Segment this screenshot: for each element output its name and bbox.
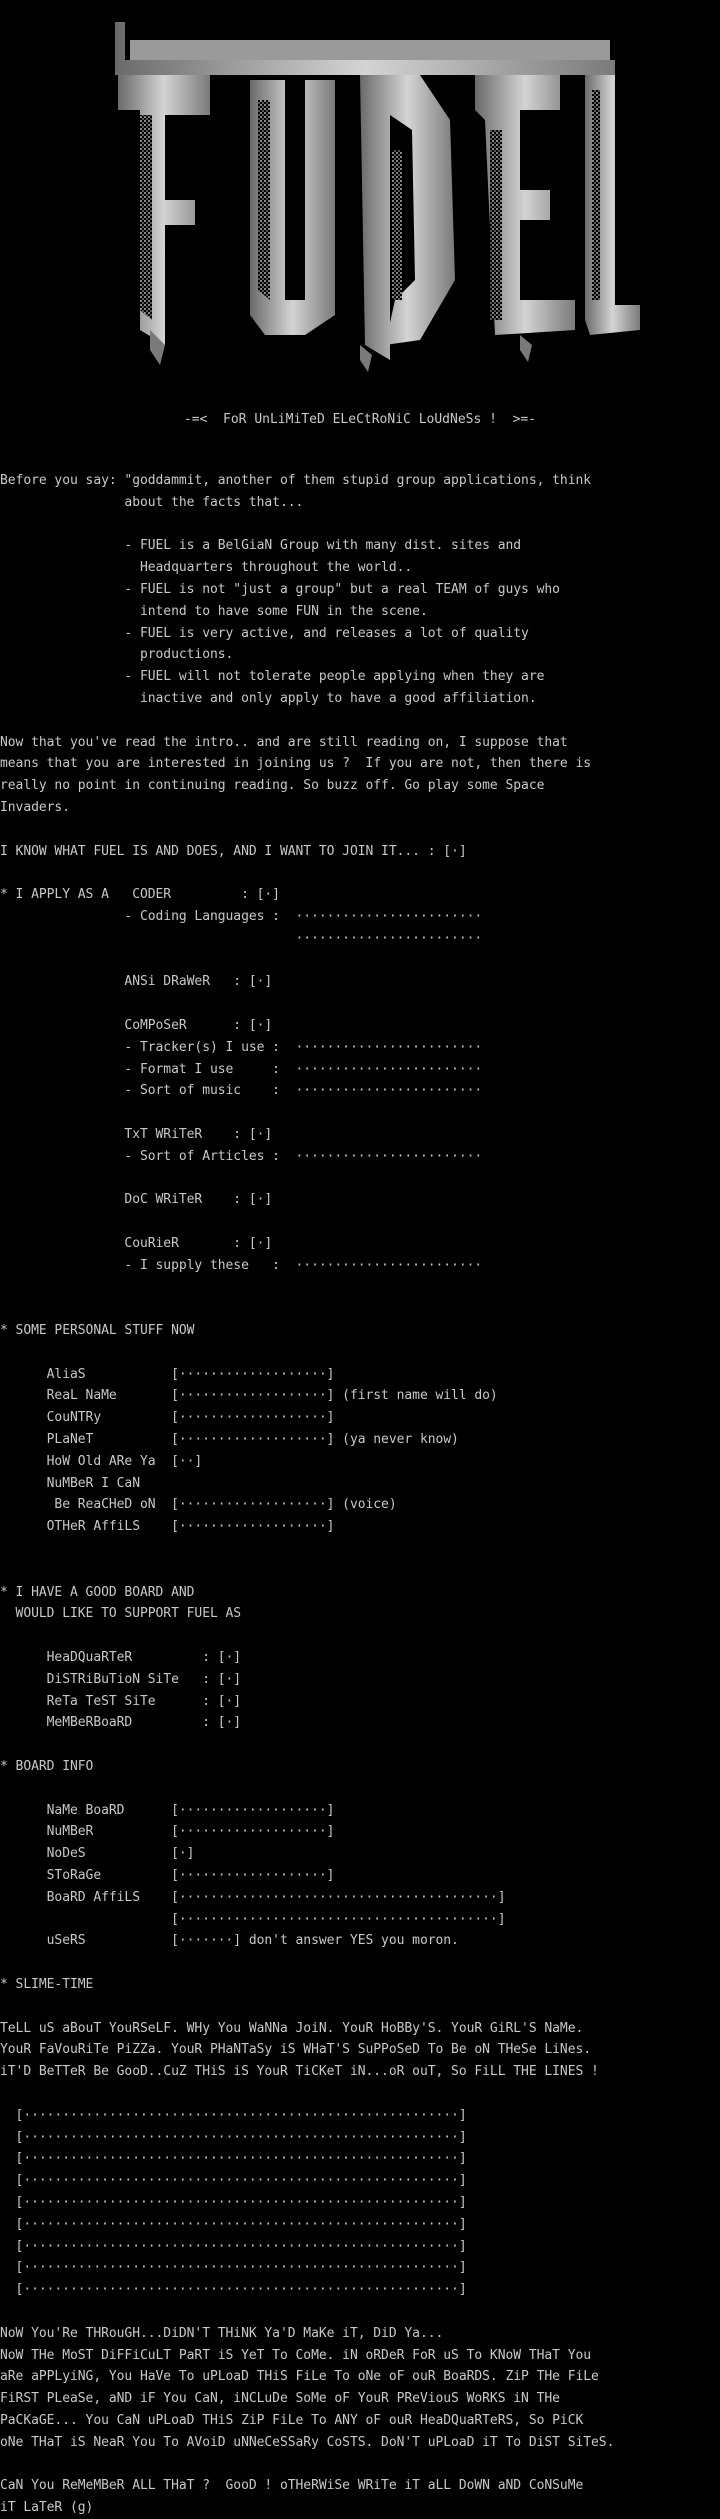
text-line[interactable]: * I APPLY AS A CODER : [·] <box>0 884 720 906</box>
text-line: intend to have some FUN in the scene. <box>0 603 428 619</box>
text-line[interactable]: PLaNeT [···················] (ya never k… <box>0 1429 720 1451</box>
text-line: oNe THaT iS NeaR You To AVoiD uNNeCeSSaR… <box>0 2434 615 2450</box>
text-line: - FUEL is very active, and releases a lo… <box>0 625 529 641</box>
text-line: Before you say: "goddammit, another of t… <box>0 473 592 488</box>
text-line: CaN You ReMeMBeR ALL THaT ? GooD ! oTHeR… <box>0 2478 584 2494</box>
text-line: Invaders. <box>0 799 70 815</box>
text-line[interactable]: CoMPoSeR : [·] <box>0 1015 720 1037</box>
text-line[interactable]: [·······································… <box>0 1909 720 1931</box>
text-line: PaCKaGE... You CaN uPLoaD THiS ZiP FiLe … <box>0 2412 584 2428</box>
text-line[interactable]: NoDeS [·] <box>0 1843 720 1865</box>
text-line[interactable]: HoW Old ARe Ya [··] <box>0 1451 720 1473</box>
text-line: inactive and only apply to have a good a… <box>0 690 537 706</box>
text-line[interactable]: ANSi DRaWeR : [·] <box>0 971 720 993</box>
text-line: about the facts that... <box>0 494 304 510</box>
text-line[interactable]: NaMe BoaRD [···················] <box>0 1800 720 1822</box>
text-line: * BOARD INFO <box>0 1759 94 1775</box>
text-line[interactable]: [·······································… <box>0 2148 720 2170</box>
text-line: * SOME PERSONAL STUFF NOW <box>0 1323 195 1339</box>
text-line[interactable]: OTHeR AffiLS [···················] <box>0 1516 720 1538</box>
text-line: NoW You'Re THRouGH...DiDN'T THiNK Ya'D M… <box>0 2325 444 2341</box>
text-line: Headquarters throughout the world.. <box>0 560 413 576</box>
text-line[interactable]: CouNTRy [···················] <box>0 1407 720 1429</box>
text-line[interactable]: [·······································… <box>0 2279 720 2301</box>
text-line[interactable]: BoaRD AffiLS [··························… <box>0 1887 720 1909</box>
text-line[interactable]: AliaS [···················] <box>0 1364 720 1386</box>
text-line: NuMBeR I CaN <box>0 1475 140 1491</box>
text-line: - Format I use : ·······················… <box>0 1061 483 1077</box>
text-line: - Coding Languages : ···················… <box>0 908 483 924</box>
tagline: -=< FoR UnLiMiTeD ELeCtRoNiC LoUdNeSs ! … <box>183 412 537 427</box>
text-line[interactable]: [·······································… <box>0 2214 720 2236</box>
text-line: TeLL uS aBouT YouRSeLF. WHy You WaNNa Jo… <box>0 2020 584 2036</box>
text-line[interactable]: DoC WRiTeR : [·] <box>0 1189 720 1211</box>
text-line: * I HAVE A GOOD BOARD AND <box>0 1584 195 1600</box>
text-line: - I supply these : ·····················… <box>0 1257 483 1273</box>
text-line: productions. <box>0 647 234 663</box>
text-line[interactable]: CouRieR : [·] <box>0 1233 720 1255</box>
text-line: - FUEL is not "just a group" but a real … <box>0 581 560 597</box>
fuel-logo <box>0 0 720 390</box>
text-line[interactable]: TxT WRiTeR : [·] <box>0 1124 720 1146</box>
text-line: Now that you've read the intro.. and are… <box>0 734 568 750</box>
text-line: - Tracker(s) I use : ···················… <box>0 1039 483 1055</box>
text-line[interactable]: [·······································… <box>0 2170 720 2192</box>
application-form: Before you say: "goddammit, another of t… <box>0 470 720 2519</box>
text-line: - FUEL is a BelGiaN Group with many dist… <box>0 538 522 554</box>
text-line: aRe aPPLyiNG, You HaVe To uPLoaD THiS Fi… <box>0 2369 599 2385</box>
text-line: WOULD LIKE TO SUPPORT FUEL AS <box>0 1606 242 1622</box>
text-line[interactable]: NuMBeR [···················] <box>0 1821 720 1843</box>
text-line[interactable]: ReaL NaMe [···················] (first n… <box>0 1385 720 1407</box>
text-line[interactable]: [·······································… <box>0 2127 720 2149</box>
text-line: - Sort of music : ······················… <box>0 1083 483 1099</box>
text-line: really no point in continuing reading. S… <box>0 778 545 794</box>
text-line[interactable]: [·······································… <box>0 2257 720 2279</box>
text-line[interactable]: [·······································… <box>0 2236 720 2258</box>
text-line[interactable]: uSeRS [·······] don't answer YES you mor… <box>0 1930 720 1952</box>
text-line: ························ <box>0 930 483 946</box>
text-line[interactable]: [·······································… <box>0 2105 720 2127</box>
text-line[interactable]: DiSTRiBuTioN SiTe : [·] <box>0 1669 720 1691</box>
text-line[interactable]: HeaDQuaRTeR : [·] <box>0 1647 720 1669</box>
text-line[interactable]: I KNOW WHAT FUEL IS AND DOES, AND I WANT… <box>0 841 720 863</box>
text-line: FiRST PLeaSe, aND iF You CaN, iNCLuDe So… <box>0 2391 560 2407</box>
text-line[interactable]: Be ReaCHeD oN [···················] (voi… <box>0 1494 720 1516</box>
text-line: * SLIME-TIME <box>0 1976 94 1992</box>
text-line: - Sort of Articles : ···················… <box>0 1148 483 1164</box>
text-line: iT'D BeTTeR Be GooD..CuZ THiS iS YouR Ti… <box>0 2064 599 2080</box>
fuel-logo-art <box>115 22 640 372</box>
text-line: - FUEL will not tolerate people applying… <box>0 669 545 685</box>
text-line: NoW THe MoST DiFFiCuLT PaRT iS YeT To Co… <box>0 2347 592 2363</box>
text-line[interactable]: SToRaGe [···················] <box>0 1865 720 1887</box>
text-line[interactable]: MeMBeRBoaRD : [·] <box>0 1712 720 1734</box>
text-line: YouR FaVouRiTe PiZZa. YouR PHaNTaSy iS W… <box>0 2042 592 2058</box>
text-line: iT LaTeR (g) <box>0 2500 94 2516</box>
text-line[interactable]: [·······································… <box>0 2192 720 2214</box>
text-line: means that you are interested in joining… <box>0 756 592 772</box>
text-line[interactable]: ReTa TeST SiTe : [·] <box>0 1691 720 1713</box>
